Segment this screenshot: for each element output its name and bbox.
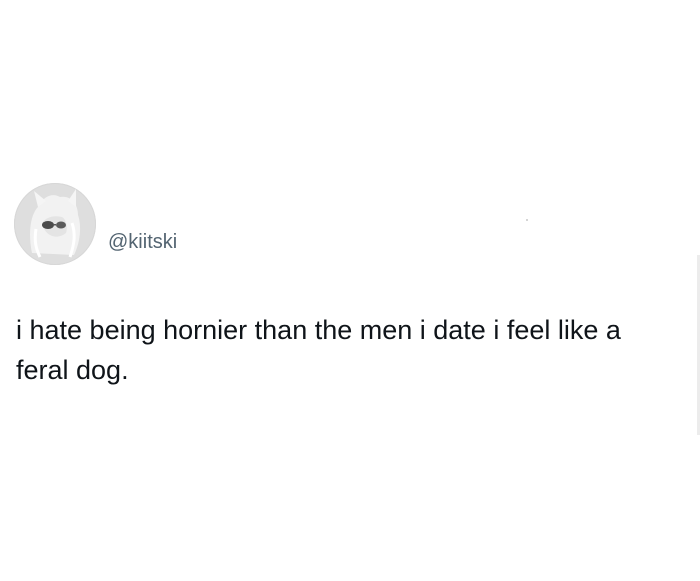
tweet-text: i hate being hornier than the men i date…	[16, 315, 621, 385]
avatar[interactable]	[14, 183, 96, 265]
decorative-speck	[526, 219, 528, 221]
user-handle[interactable]: @kiitski	[108, 230, 177, 254]
avatar-illustration-icon	[14, 183, 96, 265]
tweet-card: @kiitski i hate being hornier than the m…	[0, 0, 700, 581]
